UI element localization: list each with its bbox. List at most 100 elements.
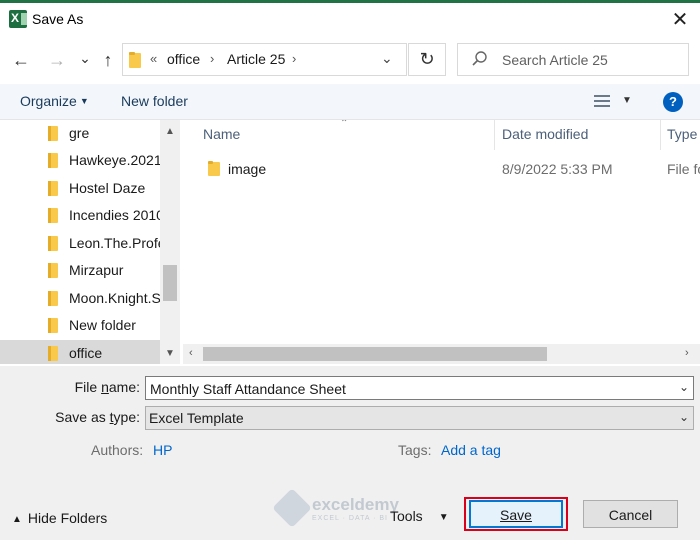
folder-icon (48, 291, 58, 306)
scroll-right-icon[interactable]: › (685, 347, 689, 359)
command-toolbar: Organize ▼ New folder ▼ ? (0, 84, 700, 120)
view-options-caret-icon[interactable]: ▼ (622, 95, 632, 106)
back-arrow-icon[interactable]: ← (9, 46, 33, 74)
new-folder-button[interactable]: New folder (121, 93, 188, 109)
save-as-type-label-text: Save as (55, 409, 110, 425)
folder-icon (48, 181, 58, 196)
title-bar: Save As ✕ (0, 3, 700, 35)
watermark-logo-icon (272, 488, 312, 528)
nav-folder-item[interactable]: Leon.The.Profes (0, 230, 160, 257)
forward-arrow-icon[interactable]: → (45, 46, 69, 74)
close-button[interactable]: ✕ (660, 5, 700, 35)
organize-menu-button[interactable]: Organize ▼ (20, 93, 89, 109)
save-as-type-select[interactable]: Excel Template ⌄ (145, 406, 694, 430)
nav-folder-item[interactable]: Moon.Knight.SC (0, 285, 160, 312)
nav-folder-label: Incendies 2010 (69, 207, 160, 223)
folder-icon (48, 263, 58, 278)
folder-icon (208, 161, 220, 176)
tools-label: Tools (390, 508, 423, 524)
folder-icon (48, 318, 58, 333)
folder-icon (48, 153, 58, 168)
breadcrumb-article-25[interactable]: Article 25 (227, 51, 285, 67)
nav-folder-label: Mirzapur (69, 262, 124, 278)
recent-locations-chevron-icon[interactable]: ⌄ (73, 44, 97, 72)
nav-folder-label: office (69, 345, 103, 361)
nav-folder-label: gre (69, 125, 90, 141)
nav-folder-label: Leon.The.Profes (69, 235, 160, 251)
save-as-type-value: Excel Template (149, 410, 244, 426)
breadcrumb-office[interactable]: office (167, 51, 200, 67)
scroll-down-icon[interactable]: ▼ (165, 348, 175, 359)
cancel-button[interactable]: Cancel (583, 500, 678, 528)
file-name-label-text: File (74, 379, 102, 395)
address-bar[interactable]: « office › Article 25 › ⌄ (122, 43, 407, 76)
add-tag-link[interactable]: Add a tag (441, 442, 501, 458)
column-header-type[interactable]: Type (667, 126, 697, 142)
nav-folder-item[interactable]: Incendies 2010 (0, 202, 160, 229)
nav-folder-item[interactable]: Hostel Daze (0, 175, 160, 202)
folder-icon (48, 208, 58, 223)
folder-icon (48, 126, 58, 141)
file-type: File fo (667, 161, 700, 177)
breadcrumb-separator-icon[interactable]: › (210, 51, 214, 66)
column-divider[interactable] (494, 120, 495, 150)
column-divider[interactable] (660, 120, 661, 150)
scrollbar-thumb[interactable] (203, 347, 547, 361)
hide-folders-button[interactable]: ▲ Hide Folders (12, 510, 107, 526)
organize-label: Organize (20, 93, 77, 109)
file-name-combobox[interactable]: ⌄ (145, 376, 694, 400)
folder-icon (129, 52, 141, 68)
address-overflow-icon[interactable]: « (150, 51, 157, 66)
caret-down-icon: ▼ (438, 512, 449, 523)
save-as-type-label-text: ype: (113, 409, 140, 425)
tools-menu-button[interactable]: Tools ▼ (390, 508, 449, 524)
scroll-up-icon[interactable]: ▲ (165, 126, 175, 137)
excel-app-icon (9, 10, 27, 28)
save-button[interactable]: Save (469, 500, 563, 528)
navigation-pane: gre Hawkeye.2021. Hostel Daze Incendies … (0, 120, 180, 364)
column-header-name[interactable]: Name (203, 126, 240, 142)
breadcrumb-separator-icon[interactable]: › (292, 51, 296, 66)
file-name-input[interactable] (150, 380, 670, 398)
nav-folder-item[interactable]: gre (0, 120, 160, 147)
refresh-button[interactable]: ↻ (408, 43, 446, 76)
folder-icon (48, 346, 58, 361)
address-dropdown-chevron-icon[interactable]: ⌄ (381, 50, 393, 67)
file-list: ⌃ Name Date modified Type image 8/9/2022… (183, 120, 700, 344)
scrollbar-thumb[interactable] (163, 265, 177, 301)
nav-folder-item[interactable]: Hawkeye.2021. (0, 147, 160, 174)
file-name-label-text: ame: (108, 379, 140, 395)
file-name-dropdown-chevron-icon[interactable]: ⌄ (679, 380, 689, 394)
search-icon (472, 51, 487, 66)
file-row[interactable]: image 8/9/2022 5:33 PM File fo (183, 156, 700, 182)
help-button[interactable]: ? (663, 92, 683, 112)
column-header-date-modified[interactable]: Date modified (502, 126, 588, 142)
authors-label: Authors: (91, 442, 144, 458)
authors-value-link[interactable]: HP (153, 442, 172, 458)
tags-label: Tags: (398, 442, 432, 458)
view-options-icon[interactable] (594, 94, 610, 108)
nav-folder-label: Hawkeye.2021. (69, 152, 160, 168)
nav-folder-label: New folder (69, 317, 136, 333)
folder-icon (48, 236, 58, 251)
file-list-horizontal-scrollbar[interactable]: ‹ › (183, 344, 700, 364)
scroll-left-icon[interactable]: ‹ (189, 347, 193, 359)
nav-folder-label: Hostel Daze (69, 180, 146, 196)
file-name: image (228, 161, 267, 177)
search-input[interactable] (502, 50, 682, 70)
nav-folder-item[interactable]: New folder (0, 312, 160, 339)
chevron-up-icon: ▲ (12, 514, 22, 525)
up-arrow-icon[interactable]: ↑ (96, 46, 120, 74)
hide-folders-label: Hide Folders (27, 510, 108, 526)
nav-folder-item-selected[interactable]: office (0, 340, 160, 364)
file-name-label-accesskey: n (101, 379, 109, 395)
sort-ascending-icon: ⌃ (340, 120, 349, 129)
search-box[interactable] (457, 43, 689, 76)
caret-down-icon: ▼ (79, 96, 89, 106)
nav-folder-label: Moon.Knight.SC (69, 290, 160, 306)
save-as-type-dropdown-chevron-icon[interactable]: ⌄ (679, 410, 689, 424)
nav-folder-item[interactable]: Mirzapur (0, 257, 160, 284)
save-as-type-label: Save as type: (20, 409, 140, 425)
navigation-pane-scrollbar[interactable]: ▲ ▼ (160, 120, 180, 364)
file-date-modified: 8/9/2022 5:33 PM (502, 161, 613, 177)
